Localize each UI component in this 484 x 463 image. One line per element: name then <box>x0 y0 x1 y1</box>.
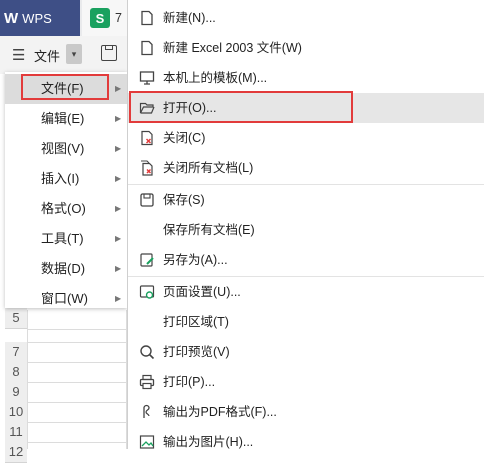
menu-item-print-area[interactable]: 打印区域(T) <box>128 307 484 337</box>
close-all-icon <box>141 160 153 176</box>
new-document-icon <box>141 10 153 26</box>
grid-divider <box>27 310 28 449</box>
grid-divider <box>27 362 127 363</box>
menu-item-label: 保存所有文档(E) <box>163 223 255 237</box>
printer-icon <box>139 374 155 390</box>
menu-item-local-templates[interactable]: 本机上的模板(M)... <box>128 63 484 93</box>
save-as-icon <box>140 253 154 267</box>
menu-item-label: 输出为图片(H)... <box>163 435 254 449</box>
chevron-right-icon: ▶ <box>115 264 122 273</box>
row-header[interactable]: 8 <box>5 362 27 383</box>
grid-divider <box>27 402 127 403</box>
menu-item-save-as[interactable]: 另存为(A)... <box>128 245 484 275</box>
grid-divider <box>27 329 127 330</box>
menu-item-label: 本机上的模板(M)... <box>163 71 268 85</box>
menu-item-close[interactable]: 关闭(C) <box>128 123 484 153</box>
menu-item-format[interactable]: 格式(O) ▶ <box>5 194 127 224</box>
chevron-right-icon: ▶ <box>115 294 122 303</box>
chevron-right-icon: ▶ <box>115 174 122 183</box>
chevron-right-icon: ▶ <box>115 204 122 213</box>
menu-item-window[interactable]: 窗口(W) ▶ <box>5 284 127 314</box>
menu-item-save-all[interactable]: 保存所有文档(E) <box>128 215 484 245</box>
menu-item-view[interactable]: 视图(V) ▶ <box>5 134 127 164</box>
page-setup-icon <box>139 285 155 299</box>
close-document-icon <box>141 130 153 146</box>
menu-item-new[interactable]: 新建(N)... <box>128 3 484 33</box>
menu-item-data[interactable]: 数据(D) ▶ <box>5 254 127 284</box>
menu-item-label: 打印预览(V) <box>163 345 230 359</box>
menu-item-label: 页面设置(U)... <box>163 285 241 299</box>
row-header[interactable]: 11 <box>5 422 27 443</box>
menu-item-print[interactable]: 打印(P)... <box>128 367 484 397</box>
file-menu: 新建(N)... 新建 Excel 2003 文件(W) 本机上的模板(M)..… <box>127 0 484 449</box>
highlight-frame-open <box>129 91 353 123</box>
wps-logo-icon: W <box>4 9 19 27</box>
menu-item-new-excel2003[interactable]: 新建 Excel 2003 文件(W) <box>128 33 484 63</box>
menu-item-label: 输出为PDF格式(F)... <box>163 405 277 419</box>
wps-home-tab[interactable]: W WPS <box>0 0 80 36</box>
menu-item-label: 插入(I) <box>41 171 80 186</box>
menu-item-label: 工具(T) <box>41 231 84 246</box>
grid-divider <box>27 342 127 343</box>
menu-item-label: 数据(D) <box>41 261 86 276</box>
print-preview-icon <box>140 345 155 360</box>
menu-item-page-setup[interactable]: 页面设置(U)... <box>128 277 484 307</box>
menu-item-label: 新建 Excel 2003 文件(W) <box>163 41 302 55</box>
menu-item-export-image[interactable]: 输出为图片(H)... <box>128 427 484 457</box>
menu-item-label: 关闭(C) <box>163 131 206 145</box>
grid-divider <box>27 442 127 443</box>
save-icon[interactable] <box>101 45 117 61</box>
file-menu-button[interactable]: 文件 <box>34 46 60 65</box>
export-image-icon <box>139 435 155 449</box>
classic-menu: 文件(F) ▶ 编辑(E) ▶ 视图(V) ▶ 插入(I) ▶ 格式(O) ▶ … <box>5 72 127 308</box>
row-header[interactable]: 12 <box>5 442 27 463</box>
menu-item-label: 视图(V) <box>41 141 85 156</box>
grid-divider <box>27 422 127 423</box>
menu-item-export-pdf[interactable]: 输出为PDF格式(F)... <box>128 397 484 427</box>
spreadsheet-doc-tab[interactable]: S 7 <box>82 0 132 36</box>
row-header[interactable]: 7 <box>5 342 27 363</box>
row-header[interactable]: 9 <box>5 382 27 403</box>
menu-item-close-all[interactable]: 关闭所有文档(L) <box>128 153 484 183</box>
menu-item-label: 格式(O) <box>41 201 86 216</box>
grid-divider <box>27 382 127 383</box>
menu-item-label: 窗口(W) <box>41 291 88 306</box>
menu-item-label: 新建(N)... <box>163 11 216 25</box>
export-pdf-icon <box>143 404 150 418</box>
save-icon <box>140 193 154 207</box>
chevron-right-icon: ▶ <box>115 234 122 243</box>
doc-tab-label: 7 <box>115 11 122 25</box>
menu-item-insert[interactable]: 插入(I) ▶ <box>5 164 127 194</box>
menu-item-tools[interactable]: 工具(T) ▶ <box>5 224 127 254</box>
menu-item-label: 打印(P)... <box>163 375 216 389</box>
hamburger-icon[interactable]: ☰ <box>12 46 25 64</box>
chevron-right-icon: ▶ <box>115 84 122 93</box>
spreadsheet-icon: S <box>90 8 110 28</box>
chevron-right-icon: ▶ <box>115 144 122 153</box>
row-header[interactable]: 10 <box>5 402 27 423</box>
menu-item-label: 保存(S) <box>163 193 205 207</box>
wps-tab-label: WPS <box>22 10 52 26</box>
menu-item-label: 关闭所有文档(L) <box>163 161 254 175</box>
template-icon <box>139 71 155 85</box>
menu-item-label: 打印区域(T) <box>163 315 229 329</box>
menu-item-edit[interactable]: 编辑(E) ▶ <box>5 104 127 134</box>
chevron-right-icon: ▶ <box>115 114 122 123</box>
menu-item-save[interactable]: 保存(S) <box>128 185 484 215</box>
menu-item-label: 另存为(A)... <box>163 253 228 267</box>
menu-item-label: 编辑(E) <box>41 111 85 126</box>
chevron-down-icon[interactable]: ▾ <box>66 44 82 64</box>
new-document-icon <box>141 40 153 56</box>
menu-item-print-preview[interactable]: 打印预览(V) <box>128 337 484 367</box>
highlight-frame-file <box>21 74 109 100</box>
